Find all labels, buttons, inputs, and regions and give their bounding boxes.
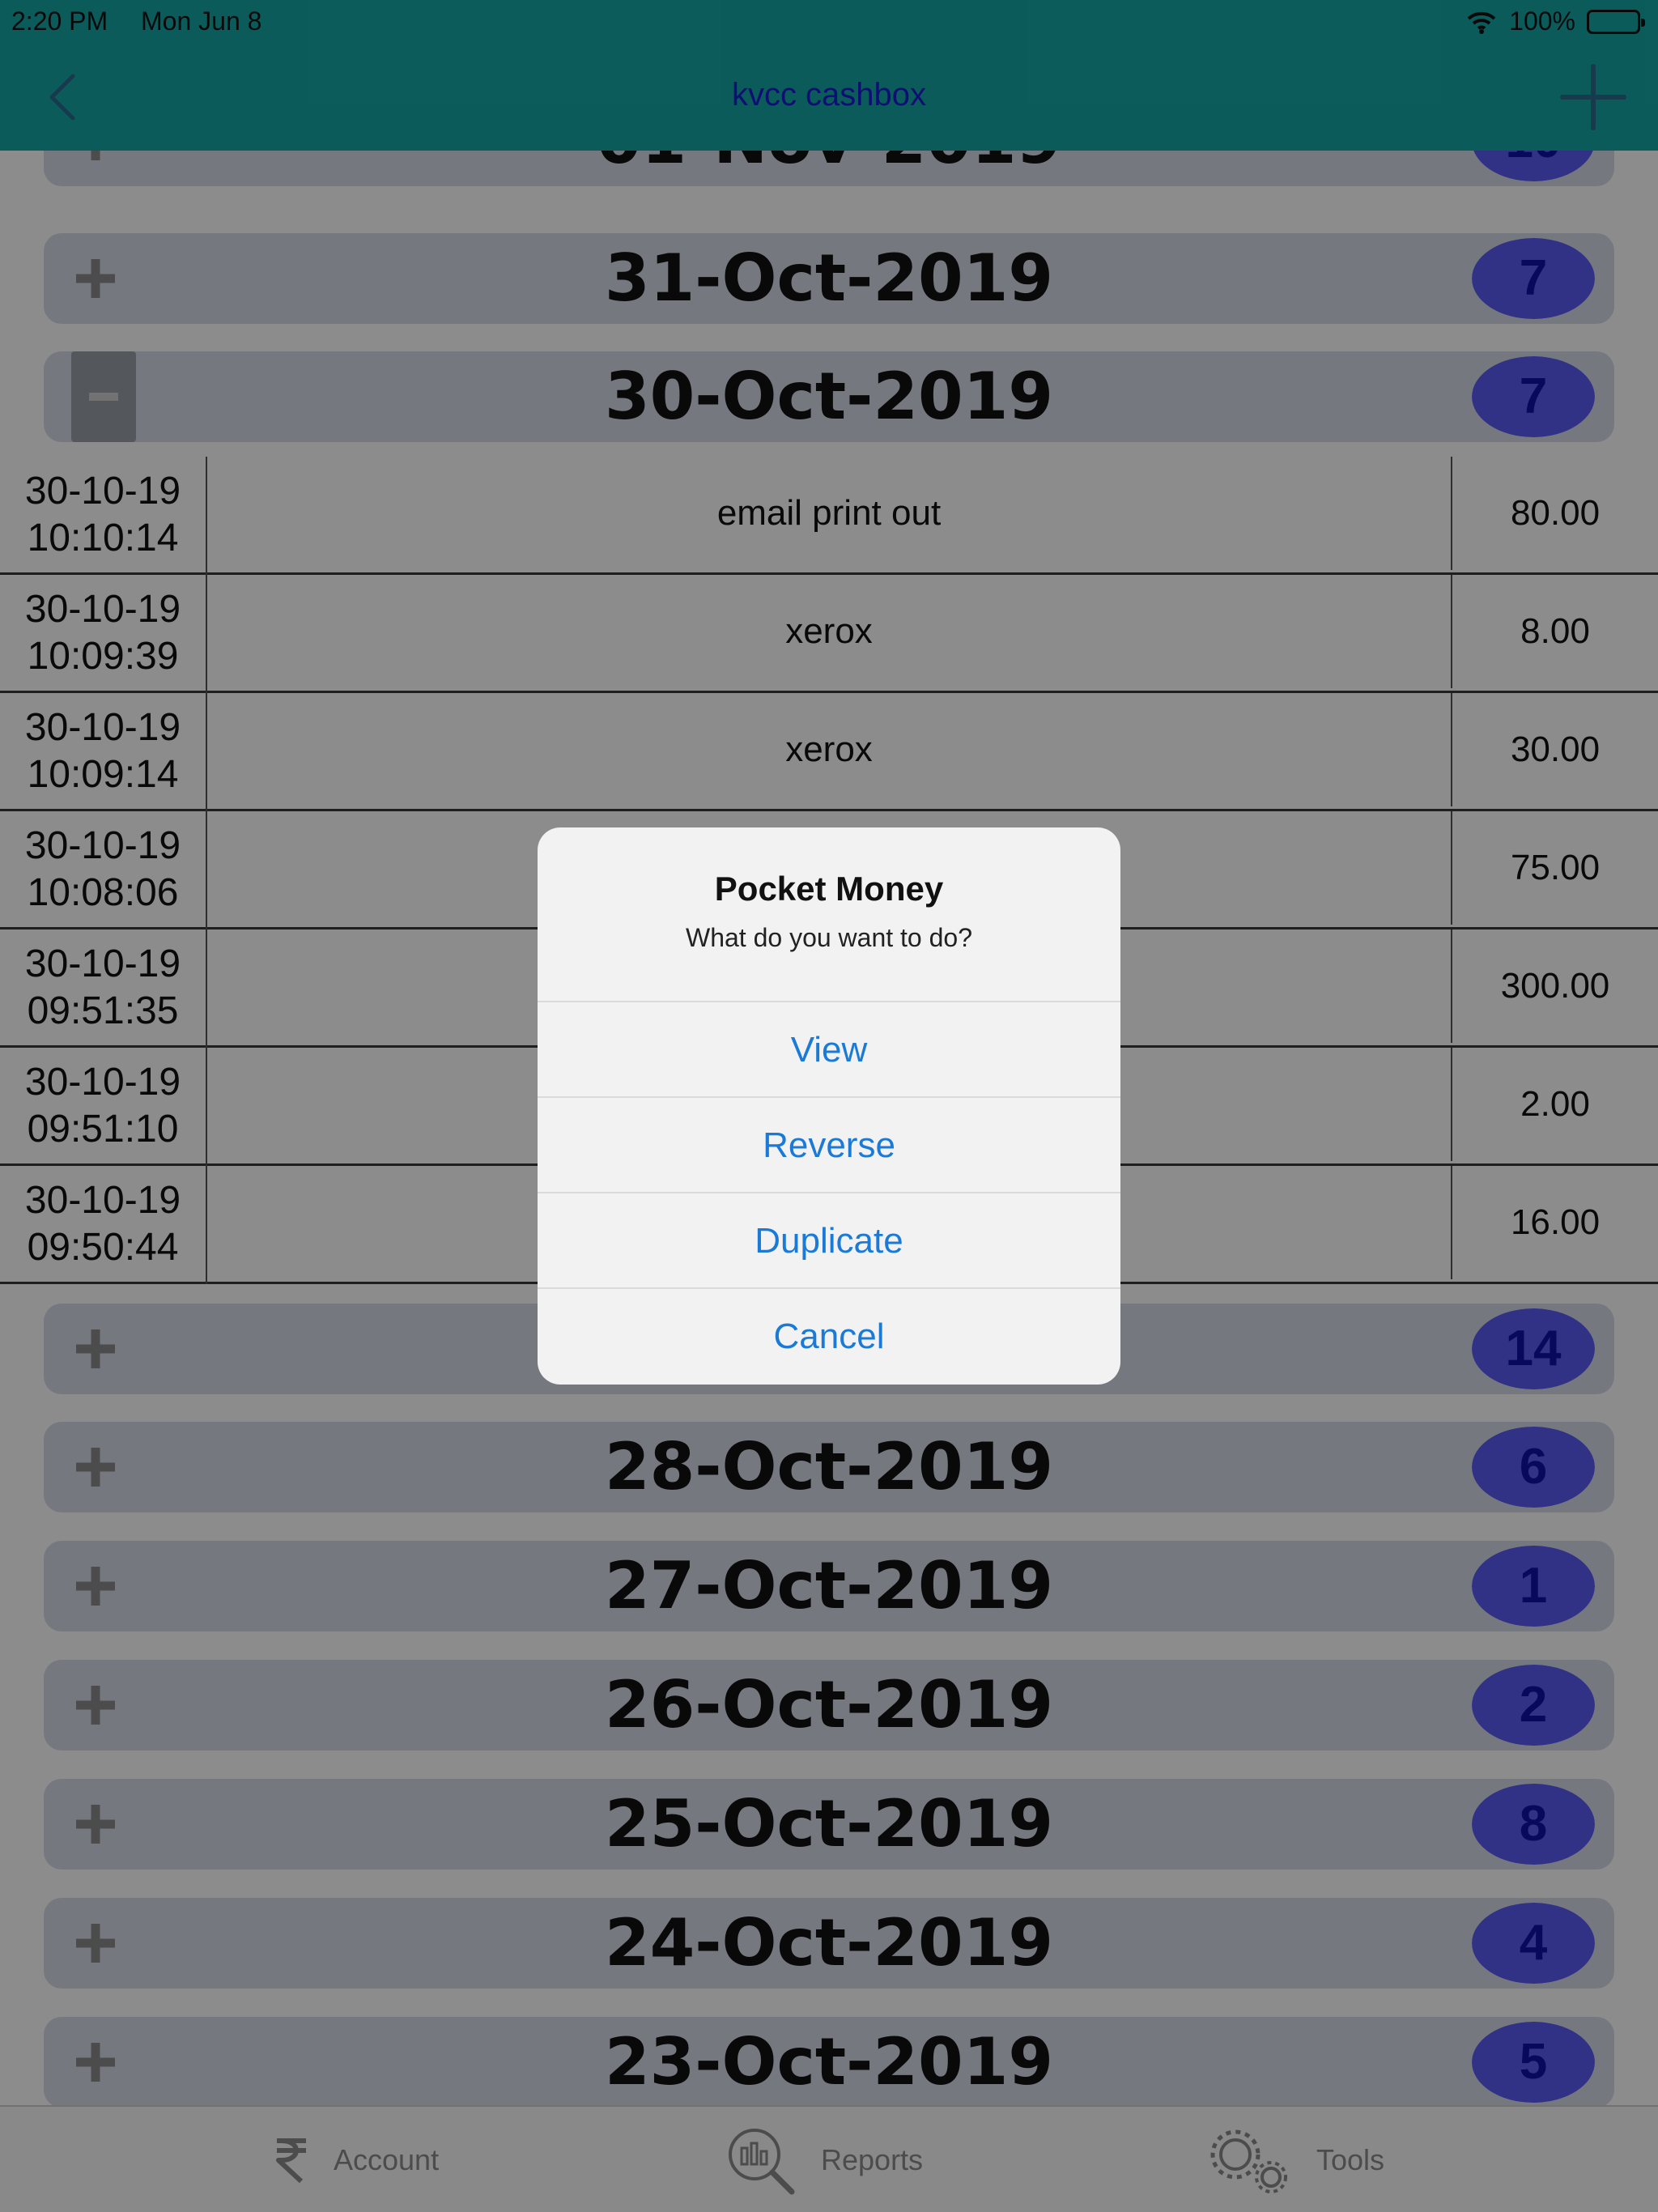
alert-message: What do you want to do? [686, 923, 972, 952]
cancel-button[interactable]: Cancel [538, 1287, 1120, 1383]
alert-title: Pocket Money [714, 870, 944, 908]
reverse-button[interactable]: Reverse [538, 1096, 1120, 1192]
alert-header: Pocket Money What do you want to do? [538, 827, 1120, 1001]
action-alert-dialog: Pocket Money What do you want to do? Vie… [538, 827, 1120, 1385]
duplicate-button[interactable]: Duplicate [538, 1192, 1120, 1287]
view-button[interactable]: View [538, 1001, 1120, 1096]
